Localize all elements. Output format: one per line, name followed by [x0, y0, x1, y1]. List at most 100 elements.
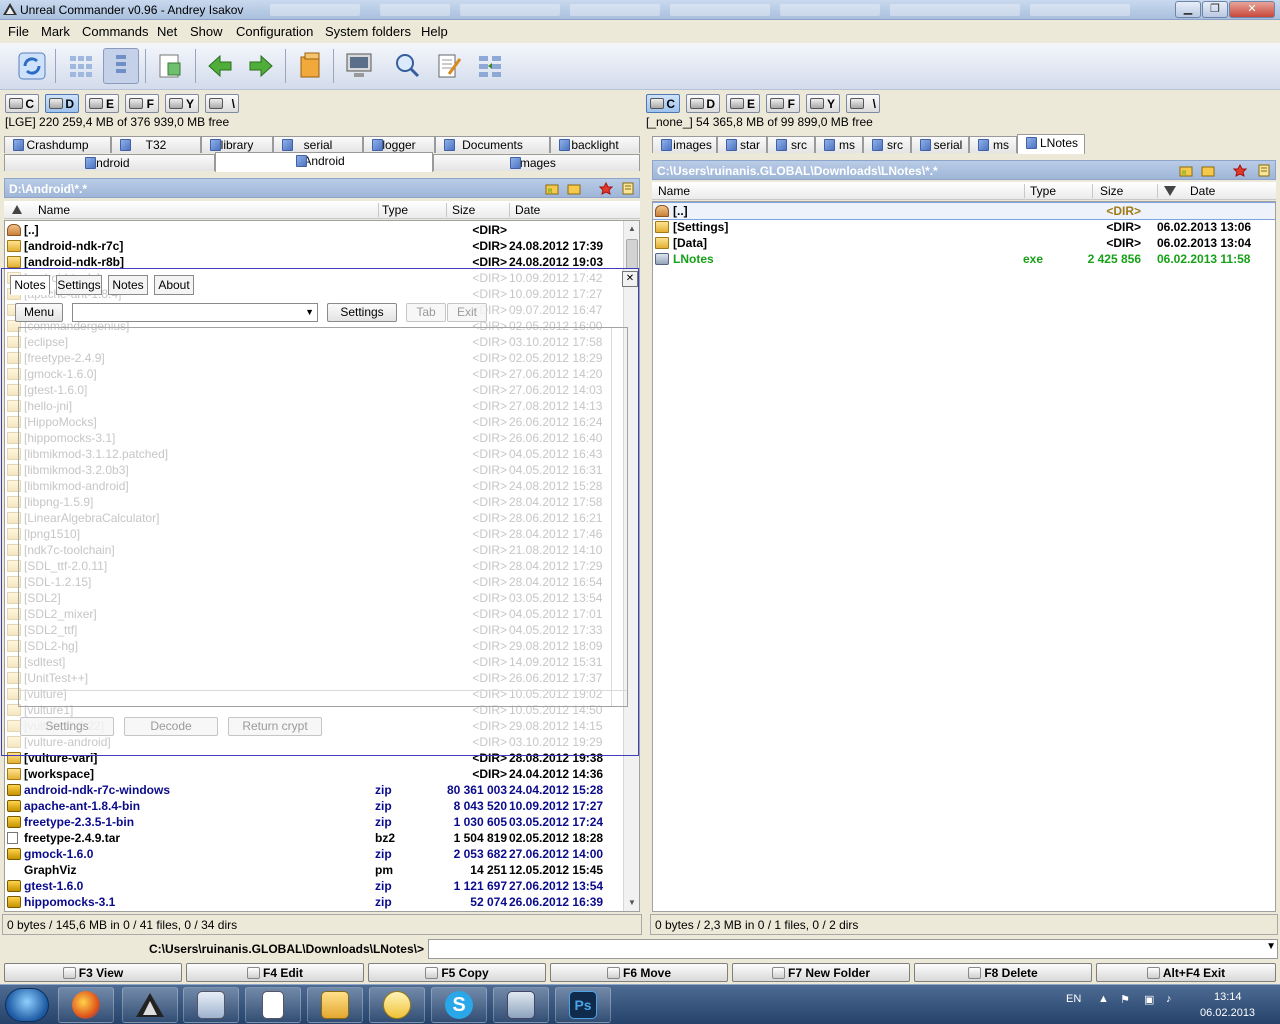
f8-delete-button[interactable]: F8 Delete [914, 963, 1092, 982]
left-tab-library[interactable]: library [201, 136, 273, 153]
left-drive-y[interactable]: Y [165, 94, 199, 113]
column-name[interactable]: Name [658, 184, 690, 198]
dialog-decode-button[interactable]: Decode [124, 717, 218, 736]
firefox-icon[interactable] [58, 987, 114, 1023]
dialog-exit-button[interactable]: Exit [447, 303, 487, 322]
left-tab-images[interactable]: images [433, 154, 640, 171]
clock-time[interactable]: 13:14 [1214, 991, 1242, 1003]
dialog-return-crypt-button[interactable]: Return crypt [228, 717, 322, 736]
history-icon[interactable] [621, 182, 635, 195]
file-row[interactable]: freetype-2.4.9.tar bz2 1 504 819 02.05.2012… [5, 830, 639, 846]
menu-show[interactable]: Show [190, 24, 223, 39]
file-row[interactable]: LNotes exe 2 425 856 06.02.2013 11:58 [653, 251, 1275, 267]
f5-copy-button[interactable]: F5 Copy [368, 963, 546, 982]
left-tab-serial[interactable]: serial [273, 136, 363, 153]
dialog-tab-notes-2[interactable]: Notes [108, 275, 148, 295]
file-row[interactable]: apache-ant-1.8.4-bin zip 8 043 520 10.09.20… [5, 798, 639, 814]
notepad-icon[interactable] [245, 987, 301, 1023]
file-row[interactable]: [Settings] <DIR> 06.02.2013 13:06 [653, 219, 1275, 235]
dialog-settings-button[interactable]: Settings [327, 303, 397, 322]
outlook-icon[interactable] [369, 987, 425, 1023]
root-dir-icon[interactable]: R [545, 182, 559, 195]
column-size[interactable]: Size [452, 203, 475, 217]
right-tab-src-2[interactable]: src [863, 136, 911, 153]
dialog-bottom-settings-button[interactable]: Settings [20, 717, 114, 736]
dialog-menu-button[interactable]: Menu [15, 303, 63, 322]
file-row[interactable]: [workspace] <DIR> 24.04.2012 14:36 [5, 766, 639, 782]
left-drive-d[interactable]: D [45, 94, 79, 113]
compare-icon[interactable] [472, 48, 508, 84]
menu-mark[interactable]: Mark [41, 24, 70, 39]
file-row[interactable]: [android-ndk-r7c] <DIR> 24.08.2012 17:39 [5, 238, 639, 254]
right-drive-e[interactable]: E [726, 94, 760, 113]
left-path-bar[interactable]: D:\Android\*.* R [4, 178, 640, 198]
brief-view-icon[interactable] [63, 48, 99, 84]
dialog-tab-about[interactable]: About [154, 275, 194, 295]
refresh-icon[interactable] [14, 48, 50, 84]
alt-f4-exit-button[interactable]: Alt+F4 Exit [1096, 963, 1276, 982]
left-tab-documents[interactable]: Documents [435, 136, 550, 153]
file-row[interactable]: [Data] <DIR> 06.02.2013 13:04 [653, 235, 1275, 251]
root-dir-icon[interactable]: R [1179, 164, 1193, 177]
back-arrow-icon[interactable] [202, 48, 238, 84]
file-row[interactable]: freetype-2.3.5-1-bin zip 1 030 605 03.05.20… [5, 814, 639, 830]
file-row[interactable]: gmock-1.6.0 zip 2 053 682 27.06.2012 14:00 [5, 846, 639, 862]
parent-dir-icon[interactable] [567, 182, 581, 195]
column-size[interactable]: Size [1100, 184, 1123, 198]
lnotes-icon[interactable] [493, 987, 549, 1023]
maximize-button[interactable]: ❐ [1202, 1, 1228, 18]
file-row[interactable]: hippomocks-3.1 zip 52 074 26.06.2012 16:39 [5, 894, 639, 910]
menu-file[interactable]: File [8, 24, 29, 39]
parent-dir-icon[interactable] [1201, 164, 1215, 177]
file-row[interactable]: gtest-1.6.0 zip 1 121 697 27.06.2012 13:54 [5, 878, 639, 894]
chevron-down-icon[interactable]: ▼ [1266, 941, 1276, 952]
column-name[interactable]: Name [38, 203, 70, 217]
flag-icon[interactable]: ⚑ [1120, 993, 1130, 1006]
right-file-list[interactable]: [..] <DIR> [Settings] <DIR> 06.02.2013 13:06… [652, 201, 1276, 912]
volume-icon[interactable]: ♪ [1166, 993, 1172, 1005]
calculator-icon[interactable] [183, 987, 239, 1023]
full-view-icon[interactable] [103, 48, 139, 84]
column-type[interactable]: Type [382, 203, 408, 217]
skype-icon[interactable]: S [431, 987, 487, 1023]
menu-system-folders[interactable]: System folders [325, 24, 411, 39]
note-vertical-scrollbar[interactable] [611, 328, 627, 706]
start-button[interactable] [5, 988, 49, 1022]
right-drive-y[interactable]: Y [806, 94, 840, 113]
f6-move-button[interactable]: F6 Move [550, 963, 728, 982]
close-button[interactable]: ✕ [1229, 1, 1275, 18]
photoshop-icon[interactable]: Ps [555, 987, 611, 1023]
file-row[interactable]: [..] <DIR> [5, 222, 639, 238]
right-tab-images[interactable]: images [652, 136, 717, 153]
left-tab-android[interactable]: android [4, 154, 215, 171]
file-row[interactable]: GraphViz pm 14 251 12.05.2012 15:45 [5, 862, 639, 878]
left-drive-c[interactable]: C [5, 94, 39, 113]
column-date[interactable]: Date [515, 203, 540, 217]
dialog-note-text-area[interactable] [18, 327, 628, 707]
column-date[interactable]: Date [1190, 184, 1215, 198]
f4-edit-button[interactable]: F4 Edit [186, 963, 364, 982]
column-type[interactable]: Type [1030, 184, 1056, 198]
left-drive-f[interactable]: F [125, 94, 159, 113]
language-indicator[interactable]: EN [1066, 993, 1081, 1005]
clock-date[interactable]: 06.02.2013 [1200, 1007, 1255, 1019]
show-hidden-icons-icon[interactable]: ▲ [1098, 993, 1109, 1005]
right-tab-lnotes[interactable]: LNotes [1017, 134, 1085, 154]
right-path-bar[interactable]: C:\Users\ruinanis.GLOBAL\Downloads\LNote… [652, 160, 1276, 180]
right-tab-serial[interactable]: serial [911, 136, 969, 153]
right-drive-f[interactable]: F [766, 94, 800, 113]
dialog-notes-combo[interactable]: ▼ [72, 303, 318, 322]
forward-arrow-icon[interactable] [243, 48, 279, 84]
menu-help[interactable]: Help [421, 24, 448, 39]
multi-rename-icon[interactable] [431, 48, 467, 84]
file-row[interactable]: [..] <DIR> [653, 202, 1275, 220]
ftp-icon[interactable] [341, 48, 377, 84]
right-tab-star[interactable]: star [717, 136, 767, 153]
left-drive-e[interactable]: E [85, 94, 119, 113]
right-drive-d[interactable]: D [686, 94, 720, 113]
left-tab-backlight[interactable]: backlight [550, 136, 640, 153]
right-tab-ms-2[interactable]: ms [969, 136, 1017, 153]
search-icon[interactable] [389, 48, 425, 84]
menu-net[interactable]: Net [157, 24, 177, 39]
right-tab-ms[interactable]: ms [815, 136, 863, 153]
